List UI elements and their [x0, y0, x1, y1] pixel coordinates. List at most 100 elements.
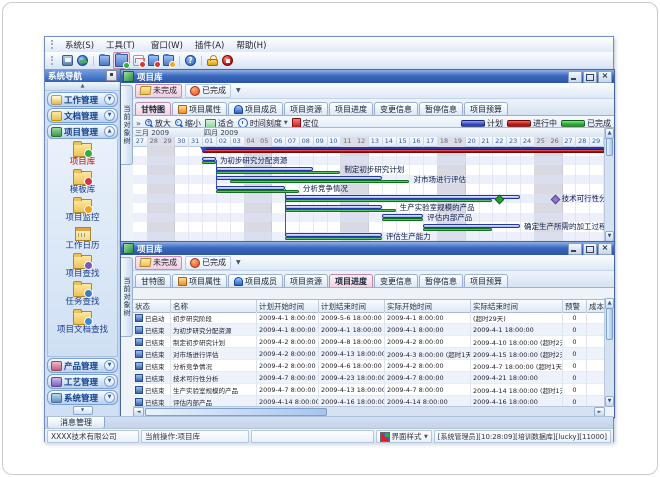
group-toggle-icon[interactable]: ▼ — [104, 110, 115, 121]
tab-项目资源[interactable]: 项目资源 — [284, 102, 328, 115]
column-header-名称[interactable]: 名称 — [171, 300, 257, 312]
object-tree-side-tab[interactable]: 当前对象树 — [121, 85, 133, 165]
help-icon[interactable]: ? — [184, 54, 197, 67]
column-header-状态[interactable]: 状态 — [133, 300, 171, 312]
table-row[interactable]: 已结束生产实验室规模的产品2009-4-7 8:00:002009-4-13 1… — [133, 384, 605, 396]
group-toggle-icon[interactable]: ▼ — [104, 360, 115, 371]
gantt-window-titlebar[interactable]: 项目库 — [121, 70, 614, 83]
tab-甘特图[interactable]: 甘特图 — [135, 102, 171, 115]
tab-项目进度[interactable]: 项目进度 — [329, 274, 373, 287]
task-actual-bar[interactable] — [382, 218, 423, 221]
scroll-down-button[interactable]: ▼ — [605, 396, 614, 407]
close-button[interactable] — [598, 71, 612, 83]
sidebar-item-模板库[interactable]: 模板库 — [48, 171, 117, 195]
task-actual-bar[interactable] — [216, 171, 340, 174]
exit-icon[interactable] — [221, 54, 234, 67]
web-icon[interactable] — [76, 54, 89, 67]
group-toggle-icon[interactable]: ▼ — [104, 376, 115, 387]
task-actual-bar[interactable] — [216, 190, 299, 193]
group-toggle-icon[interactable]: ▼ — [104, 392, 115, 403]
sidebar-item-任务查找[interactable]: 任务查找 — [48, 283, 117, 307]
task-actual-bar[interactable] — [202, 161, 216, 164]
minimize-button[interactable] — [568, 71, 582, 83]
menu-item-4[interactable]: 帮助(H) — [230, 41, 272, 51]
tab-项目属性[interactable]: 项目属性 — [172, 102, 227, 115]
object-tree-side-tab[interactable]: 当前对象树 — [121, 257, 133, 337]
maximize-button[interactable] — [583, 71, 597, 83]
column-header-计划结束时间[interactable]: 计划结束时间 — [319, 300, 385, 312]
tab-项目资源[interactable]: 项目资源 — [284, 274, 328, 287]
folder-alert-icon[interactable] — [147, 54, 160, 67]
sidebar-item-工作日历[interactable]: 工作日历 — [48, 227, 117, 251]
column-header-预警[interactable]: 预警 — [563, 300, 587, 312]
close-button[interactable] — [598, 243, 612, 255]
tab-变更信息[interactable]: 变更信息 — [374, 274, 418, 287]
table-row[interactable]: 已启动初步研究阶段2009-4-1 8:00:002009-5-6 18:00:… — [133, 312, 605, 324]
column-header-计划开始时间[interactable]: 计划开始时间 — [257, 300, 319, 312]
column-header-实际结束时间[interactable]: 实际结束时间 — [471, 300, 563, 312]
sidebar-item-项目文档查找[interactable]: 项目文档查找 — [48, 311, 117, 335]
sidebar-group-工作管理[interactable]: 工作管理▼ — [47, 92, 118, 107]
task-plan-bar[interactable] — [216, 167, 313, 171]
table-row[interactable]: 已结束分析竞争情况2009-4-2 8:00:002009-4-6 18:00:… — [133, 360, 605, 372]
folder-task-icon[interactable] — [162, 54, 175, 67]
maximize-button[interactable] — [583, 243, 597, 255]
filter-已完成[interactable]: 已完成 — [185, 256, 231, 270]
report-icon[interactable] — [132, 54, 145, 67]
new-system-icon[interactable] — [61, 54, 74, 67]
column-header-实际开始时间[interactable]: 实际开始时间 — [385, 300, 471, 312]
filter-more-icon[interactable]: ▼ — [236, 87, 241, 94]
group-toggle-icon[interactable]: ▼ — [104, 94, 115, 105]
menu-item-0[interactable]: 系统(S) — [59, 41, 100, 51]
sidebar-group-系统管理[interactable]: 系统管理▼ — [47, 390, 118, 405]
table-row[interactable]: 已结束技术可行性分析2009-4-7 8:00:002009-4-23 18:0… — [133, 372, 605, 384]
tab-项目进度[interactable]: 项目进度 — [329, 102, 373, 115]
menu-item-1[interactable]: 工具(T) — [100, 41, 141, 51]
sidebar-item-项目监控[interactable]: 项目监控 — [48, 199, 117, 223]
group-toggle-icon[interactable]: ▲ — [104, 126, 115, 137]
table-row[interactable]: 已结束为初步研究分配资源2009-4-1 8:00:002009-4-1 18:… — [133, 324, 605, 336]
tab-暂停信息[interactable]: 暂停信息 — [419, 102, 463, 115]
tab-变更信息[interactable]: 变更信息 — [374, 102, 418, 115]
progress-window-titlebar[interactable]: 项目库 — [121, 242, 614, 255]
tab-暂停信息[interactable]: 暂停信息 — [419, 274, 463, 287]
menu-item-3[interactable]: 插件(A) — [189, 41, 230, 51]
folder-icon[interactable] — [98, 54, 111, 67]
task-actual-bar[interactable] — [285, 209, 396, 212]
tab-项目预算[interactable]: 项目预算 — [464, 102, 508, 115]
summary-progress-bar[interactable] — [202, 149, 605, 153]
project-library-icon[interactable] — [113, 52, 130, 69]
sidebar-collapse-strip[interactable]: ▲ — [45, 82, 120, 91]
sidebar-item-项目查找[interactable]: 项目查找 — [48, 255, 117, 279]
menu-item-2[interactable]: 窗口(W) — [145, 41, 189, 51]
sidebar-group-文档管理[interactable]: 文档管理▼ — [47, 108, 118, 123]
sidebar-more-button[interactable]: ▼ — [73, 406, 93, 415]
ui-style-button[interactable]: 界面样式 ▼ — [376, 430, 432, 443]
scrollbar-thumb[interactable] — [606, 138, 613, 156]
sidebar-group-工艺管理[interactable]: 工艺管理▼ — [47, 374, 118, 389]
filter-未完成[interactable]: 未完成 — [135, 84, 182, 98]
task-actual-bar[interactable] — [423, 228, 492, 231]
lock-icon[interactable] — [206, 54, 219, 67]
tab-项目成员[interactable]: 项目成员 — [228, 102, 283, 115]
tab-项目预算[interactable]: 项目预算 — [464, 274, 508, 287]
tab-甘特图[interactable]: 甘特图 — [135, 274, 171, 287]
column-header-成本[interactable]: 成本 — [587, 300, 605, 312]
scrollbar-thumb[interactable] — [145, 408, 327, 416]
scrollbar-thumb[interactable] — [606, 308, 613, 340]
task-plan-bar[interactable] — [216, 186, 285, 190]
gantt-vertical-scrollbar[interactable]: ▲ ▼ — [604, 128, 614, 242]
table-vertical-scrollbar[interactable]: ▲ ▼ — [604, 298, 614, 407]
task-plan-bar[interactable] — [423, 224, 520, 228]
minimize-button[interactable] — [568, 243, 582, 255]
table-row[interactable]: 已结束对市场进行评估2009-4-2 8:00:002009-4-13 18:0… — [133, 348, 605, 360]
tab-项目成员[interactable]: 项目成员 — [228, 274, 283, 287]
task-actual-bar[interactable] — [285, 199, 492, 202]
table-row[interactable]: 已结束制定初步研究计划2009-4-2 8:00:002009-4-8 18:0… — [133, 336, 605, 348]
sidebar-group-项目管理[interactable]: 项目管理▲ — [47, 124, 118, 139]
tab-项目属性[interactable]: 项目属性 — [172, 274, 227, 287]
task-actual-bar[interactable] — [285, 237, 382, 240]
task-actual-bar[interactable] — [230, 180, 410, 183]
filter-more-icon[interactable]: ▼ — [236, 259, 241, 266]
sidebar-item-项目库[interactable]: 项目库 — [48, 143, 117, 167]
